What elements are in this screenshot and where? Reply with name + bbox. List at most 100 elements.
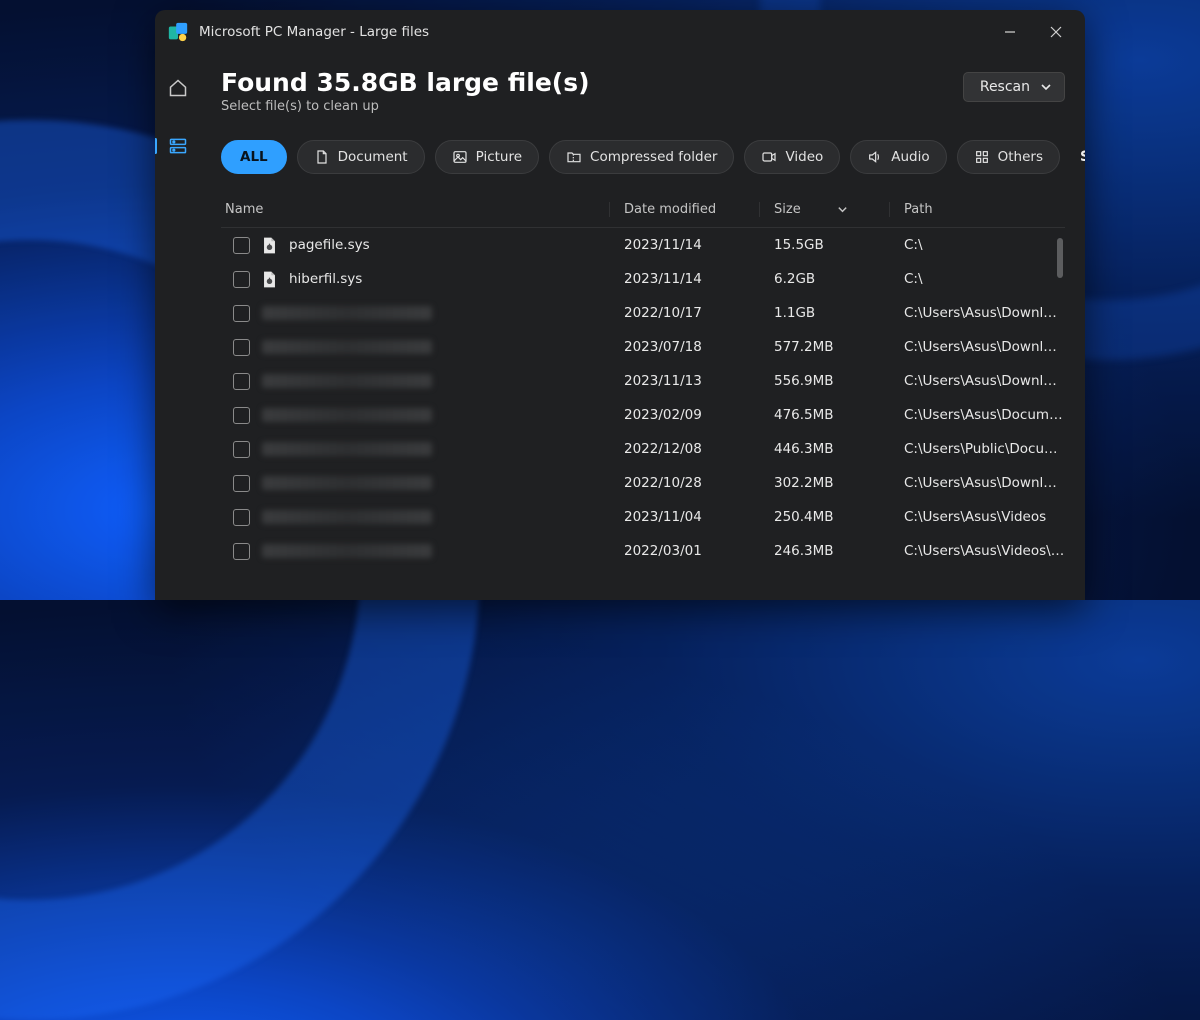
picture-icon (452, 149, 468, 165)
file-path: C:\Users\Asus\Docume... (904, 407, 1065, 423)
chevron-down-icon (1040, 81, 1052, 93)
filter-others[interactable]: Others (957, 140, 1060, 174)
file-name-redacted (262, 544, 432, 558)
table-row[interactable]: 2023/02/09 476.5MB C:\Users\Asus\Docume... (221, 398, 1065, 432)
audio-icon (867, 149, 883, 165)
file-size: 15.5GB (774, 237, 824, 253)
file-date: 2023/11/14 (624, 237, 702, 253)
row-checkbox[interactable] (233, 237, 250, 254)
filter-all[interactable]: ALL (221, 140, 287, 174)
table-row[interactable]: 2022/10/17 1.1GB C:\Users\Asus\Downloa... (221, 296, 1065, 330)
file-name: pagefile.sys (289, 237, 370, 253)
page-subtitle: Select file(s) to clean up (221, 99, 963, 114)
file-path: C:\Users\Asus\Downloa... (904, 373, 1065, 389)
file-path: C:\ (904, 271, 923, 287)
file-path: C:\Users\Public\Docum... (904, 441, 1065, 457)
file-size: 556.9MB (774, 373, 834, 389)
file-name-redacted (262, 442, 432, 456)
filter-document[interactable]: Document (297, 140, 425, 174)
table-row[interactable]: 2023/07/18 577.2MB C:\Users\Asus\Downloa..… (221, 330, 1065, 364)
column-size[interactable]: Size (760, 202, 890, 217)
file-date: 2023/02/09 (624, 407, 702, 423)
row-checkbox[interactable] (233, 271, 250, 288)
table-row[interactable]: hiberfil.sys 2023/11/14 6.2GB C:\ (221, 262, 1065, 296)
file-date: 2022/03/01 (624, 543, 702, 559)
table-row[interactable]: 2022/12/08 446.3MB C:\Users\Public\Docum..… (221, 432, 1065, 466)
file-path: C:\Users\Asus\Videos (904, 509, 1046, 525)
file-date: 2022/10/28 (624, 475, 702, 491)
app-window: Microsoft PC Manager - Large files Found… (155, 10, 1085, 600)
file-path: C:\Users\Asus\Downloa... (904, 475, 1065, 491)
filter-row: ALL Document Picture Compressed folder V… (221, 140, 1065, 174)
file-name-redacted (262, 476, 432, 490)
file-icon (262, 237, 277, 254)
row-checkbox[interactable] (233, 509, 250, 526)
file-icon (262, 271, 277, 288)
window-title: Microsoft PC Manager - Large files (199, 24, 429, 40)
file-path: C:\Users\Asus\Videos\C... (904, 543, 1065, 559)
scrollbar-thumb[interactable] (1057, 238, 1063, 278)
page-title: Found 35.8GB large file(s) (221, 68, 963, 97)
file-date: 2022/12/08 (624, 441, 702, 457)
rescan-button[interactable]: Rescan (963, 72, 1065, 102)
file-name: hiberfil.sys (289, 271, 362, 287)
minimize-button[interactable] (987, 15, 1033, 49)
file-path: C:\Users\Asus\Downloa... (904, 339, 1065, 355)
file-date: 2023/11/14 (624, 271, 702, 287)
row-checkbox[interactable] (233, 441, 250, 458)
file-name-redacted (262, 306, 432, 320)
row-checkbox[interactable] (233, 305, 250, 322)
file-table: Name Date modified Size Path pagefile.sy… (221, 192, 1065, 600)
file-size: 446.3MB (774, 441, 834, 457)
row-checkbox[interactable] (233, 339, 250, 356)
file-name-redacted (262, 340, 432, 354)
file-size: 577.2MB (774, 339, 834, 355)
table-row[interactable]: 2022/10/28 302.2MB C:\Users\Asus\Downloa..… (221, 466, 1065, 500)
sidebar-item-storage[interactable] (168, 136, 188, 156)
sort-desc-icon (837, 204, 848, 215)
file-size: 476.5MB (774, 407, 834, 423)
file-size: 246.3MB (774, 543, 834, 559)
file-path: C:\Users\Asus\Downloa... (904, 305, 1065, 321)
titlebar: Microsoft PC Manager - Large files (155, 10, 1085, 54)
content-area: Found 35.8GB large file(s) Select file(s… (201, 54, 1085, 600)
file-date: 2023/11/04 (624, 509, 702, 525)
file-name-redacted (262, 374, 432, 388)
sidebar-item-home[interactable] (168, 78, 188, 98)
file-date: 2022/10/17 (624, 305, 702, 321)
sidebar (155, 54, 201, 600)
column-name[interactable]: Name (225, 202, 610, 217)
table-header: Name Date modified Size Path (221, 192, 1065, 228)
close-button[interactable] (1033, 15, 1079, 49)
filter-compressed[interactable]: Compressed folder (549, 140, 734, 174)
table-row[interactable]: 2023/11/13 556.9MB C:\Users\Asus\Downloa..… (221, 364, 1065, 398)
file-size: 302.2MB (774, 475, 834, 491)
file-size: 1.1GB (774, 305, 815, 321)
row-checkbox[interactable] (233, 475, 250, 492)
filter-picture[interactable]: Picture (435, 140, 539, 174)
app-icon (167, 21, 189, 43)
file-name-redacted (262, 510, 432, 524)
file-size: 250.4MB (774, 509, 834, 525)
filter-video[interactable]: Video (744, 140, 840, 174)
size-filter-label: Size (1080, 149, 1085, 165)
table-row[interactable]: 2023/11/04 250.4MB C:\Users\Asus\Videos (221, 500, 1065, 534)
column-path[interactable]: Path (890, 202, 1065, 217)
file-date: 2023/07/18 (624, 339, 702, 355)
video-icon (761, 149, 777, 165)
column-date[interactable]: Date modified (610, 202, 760, 217)
document-icon (314, 149, 330, 165)
row-checkbox[interactable] (233, 373, 250, 390)
file-date: 2023/11/13 (624, 373, 702, 389)
row-checkbox[interactable] (233, 407, 250, 424)
file-size: 6.2GB (774, 271, 815, 287)
table-row[interactable]: 2022/03/01 246.3MB C:\Users\Asus\Videos\C.… (221, 534, 1065, 568)
row-checkbox[interactable] (233, 543, 250, 560)
table-row[interactable]: pagefile.sys2023/11/1415.5GBC:\ (221, 228, 1065, 262)
file-name-redacted (262, 408, 432, 422)
grid-icon (974, 149, 990, 165)
folder-zip-icon (566, 149, 582, 165)
scrollbar[interactable] (1055, 238, 1063, 568)
filter-audio[interactable]: Audio (850, 140, 946, 174)
rescan-label: Rescan (980, 79, 1030, 95)
